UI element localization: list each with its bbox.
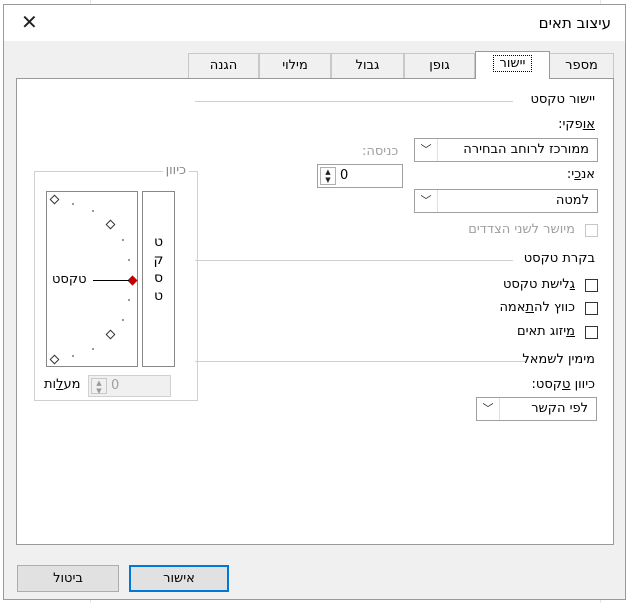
spinner-arrows-icon[interactable]: ▲ ▼ bbox=[91, 378, 107, 395]
tab-alignment[interactable]: יישור bbox=[475, 51, 550, 79]
orientation-tick bbox=[92, 348, 94, 350]
orientation-marker bbox=[105, 219, 116, 230]
vertical-text-char: ס bbox=[153, 270, 164, 286]
orientation-marker bbox=[49, 354, 60, 365]
wrap-text-label: גלישת טקסט bbox=[502, 277, 575, 292]
tab-label: גופן bbox=[429, 58, 450, 73]
text-direction-label: כיוון טקסט: bbox=[531, 377, 595, 392]
orientation-tick bbox=[122, 239, 124, 241]
cancel-button[interactable]: ביטול bbox=[17, 565, 119, 592]
degrees-value: 0 bbox=[111, 378, 120, 393]
vertical-text-char: ק bbox=[153, 252, 164, 268]
orientation-tick bbox=[128, 299, 130, 301]
title-bar: עיצוב תאים ✕ bbox=[4, 5, 625, 41]
orientation-tick bbox=[92, 210, 94, 212]
orientation-tick bbox=[72, 203, 74, 205]
tab-label: הגנה bbox=[209, 58, 238, 73]
chevron-down-icon: ﹀ bbox=[477, 398, 500, 420]
shrink-to-fit-label: כווץ להתאמה bbox=[499, 300, 575, 315]
vertical-text-char: ט bbox=[153, 234, 164, 250]
vertical-text-option[interactable]: ט ק ס ט bbox=[142, 191, 175, 367]
orientation-sample-text: טקסט bbox=[52, 272, 87, 287]
text-direction-dropdown[interactable]: לפי הקשר ﹀ bbox=[476, 397, 597, 421]
vertical-dropdown[interactable]: למטה ﹀ bbox=[414, 189, 598, 213]
orientation-marker bbox=[49, 194, 60, 205]
section-divider bbox=[195, 361, 525, 362]
justify-distributed-label: מיושר לשני הצדדים bbox=[468, 222, 575, 237]
indent-label: כניסה: bbox=[362, 144, 399, 159]
format-cells-dialog: עיצוב תאים ✕ מספר יישור גופן גבול מילוי … bbox=[3, 4, 626, 600]
tab-protection[interactable]: הגנה bbox=[188, 53, 259, 78]
tab-label: גבול bbox=[355, 58, 380, 73]
tab-number[interactable]: מספר bbox=[549, 53, 614, 78]
horizontal-value: ממורכז לרוחב הבחירה bbox=[463, 142, 589, 157]
horizontal-dropdown[interactable]: ממורכז לרוחב הבחירה ﹀ bbox=[414, 138, 598, 162]
orientation-dial[interactable]: טקסט bbox=[46, 191, 138, 367]
tab-label: יישור bbox=[492, 55, 533, 72]
vertical-value: למטה bbox=[555, 193, 589, 208]
spinner-arrows-icon[interactable]: ▲ ▼ bbox=[320, 167, 336, 185]
vertical-label: אנכי: bbox=[566, 167, 595, 182]
tab-fill[interactable]: מילוי bbox=[259, 53, 331, 78]
degrees-label: מעלות bbox=[44, 377, 81, 392]
orientation-tick bbox=[128, 259, 130, 261]
merge-cells-label: מיזוג תאים bbox=[516, 324, 575, 339]
section-title-text-control: בקרת טקסט bbox=[523, 251, 595, 266]
section-title-alignment: יישור טקסט bbox=[530, 92, 595, 107]
chevron-down-icon: ﹀ bbox=[415, 190, 438, 212]
ok-button[interactable]: אישור bbox=[129, 565, 229, 592]
chevron-down-icon: ﹀ bbox=[415, 139, 438, 161]
degrees-spinner[interactable]: ▲ ▼ 0 bbox=[88, 375, 171, 397]
indent-spinner[interactable]: ▲ ▼ 0 bbox=[317, 164, 403, 188]
orientation-tick bbox=[72, 355, 74, 357]
tab-font[interactable]: גופן bbox=[404, 53, 475, 78]
section-divider bbox=[195, 101, 513, 102]
alignment-panel: יישור טקסט אופקי: ממורכז לרוחב הבחירה ﹀ … bbox=[16, 78, 614, 545]
orientation-label: כיוון bbox=[162, 163, 189, 178]
wrap-text-checkbox[interactable] bbox=[585, 279, 598, 292]
section-title-rtl: מימין לשמאל bbox=[522, 352, 595, 367]
indent-value: 0 bbox=[340, 168, 349, 183]
orientation-pointer-line bbox=[93, 280, 129, 281]
horizontal-label: אופקי: bbox=[558, 117, 595, 132]
shrink-to-fit-checkbox[interactable] bbox=[585, 302, 598, 315]
tab-label: מספר bbox=[565, 58, 598, 73]
tab-border[interactable]: גבול bbox=[331, 53, 404, 78]
tab-label: מילוי bbox=[282, 58, 308, 73]
justify-distributed-checkbox[interactable] bbox=[585, 224, 598, 237]
orientation-tick bbox=[122, 319, 124, 321]
orientation-group: כיוון ט ק ס ט טקסט מעלות ▲ ▼ 0 bbox=[34, 163, 198, 401]
orientation-marker bbox=[105, 329, 116, 340]
section-divider bbox=[195, 260, 513, 261]
text-direction-value: לפי הקשר bbox=[531, 401, 588, 416]
orientation-current-marker bbox=[127, 275, 138, 286]
merge-cells-checkbox[interactable] bbox=[585, 326, 598, 339]
vertical-text-char: ט bbox=[153, 288, 164, 304]
dialog-title: עיצוב תאים bbox=[538, 14, 611, 32]
close-icon[interactable]: ✕ bbox=[21, 11, 38, 33]
